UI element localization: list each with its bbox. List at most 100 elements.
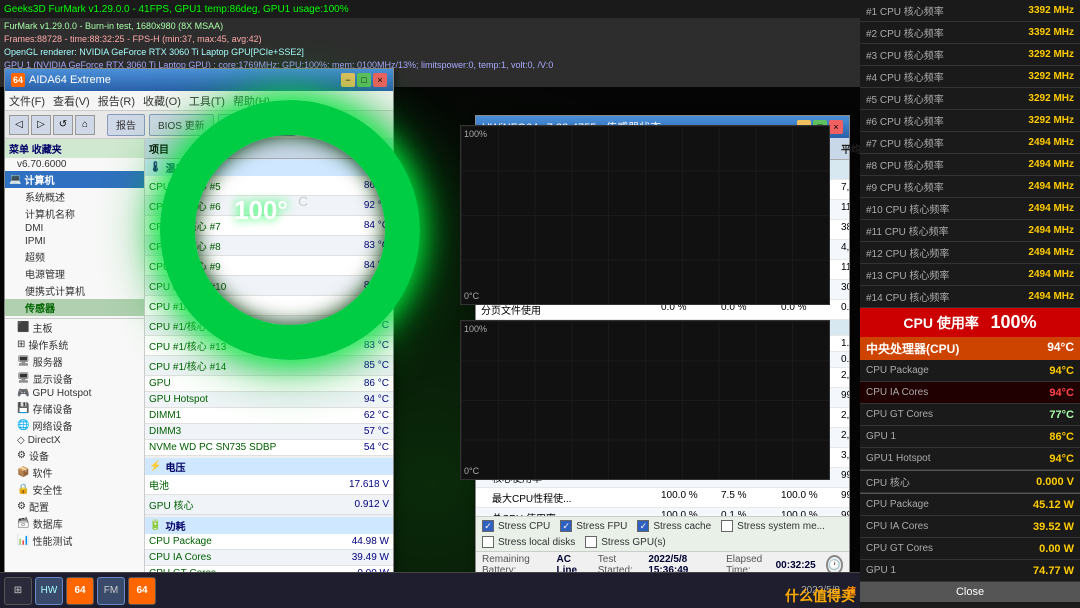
tree-system-summary[interactable]: 系统概述 <box>5 188 144 205</box>
checkbox[interactable]: ✓ <box>637 520 649 532</box>
list-item: #3 CPU 核心频率 3292 MHz <box>860 44 1080 66</box>
aida64-close-button[interactable]: × <box>373 73 387 87</box>
taskbar-64-2[interactable]: 64 <box>128 577 156 605</box>
checkbox[interactable]: ✓ <box>482 520 494 532</box>
list-item: #4 CPU 核心频率 3292 MHz <box>860 66 1080 88</box>
tree-storage[interactable]: 💾存储设备 <box>5 400 144 417</box>
cpu-core-v-value: 0.000 V <box>1036 476 1074 488</box>
list-item: #11 CPU 核心频率 2494 MHz <box>860 220 1080 242</box>
tree-devices[interactable]: ⚙设备 <box>5 447 144 464</box>
tree-computer-name[interactable]: 计算机名称 <box>5 205 144 222</box>
furmark-donut <box>160 100 420 360</box>
aida64-minimize-button[interactable]: − <box>341 73 355 87</box>
checkbox[interactable] <box>482 536 494 548</box>
cpu-gt-w-value: 0.00 W <box>1039 543 1074 555</box>
tree-portable[interactable]: 便携式计算机 <box>5 282 144 299</box>
list-item[interactable]: Stress system me... <box>717 519 829 533</box>
tree-database[interactable]: 🗃数据库 <box>5 515 144 532</box>
checkbox[interactable] <box>585 536 597 548</box>
right-panel-close-button[interactable]: Close <box>860 582 1080 602</box>
list-item[interactable]: ✓ Stress CPU <box>478 519 554 533</box>
tree-aida64[interactable]: v6.70.6000 <box>5 158 144 171</box>
software-icon: 📦 <box>17 467 29 478</box>
taskbar-hwinfo[interactable]: HW <box>35 577 63 605</box>
section-voltage: ⚡ 电压 <box>145 458 393 475</box>
graph-100-label: 100% <box>464 129 487 139</box>
list-item[interactable]: Stress GPU(s) <box>581 535 669 549</box>
toolbar-report-btn[interactable]: 报告 <box>107 114 145 136</box>
taskbar-64[interactable]: 64 <box>66 577 94 605</box>
gpu1-hotspot-value: 94°C <box>1049 453 1074 465</box>
toolbar-home[interactable]: ⌂ <box>75 115 95 135</box>
toolbar-forward[interactable]: ▷ <box>31 115 51 135</box>
menu-tools[interactable]: 工具(T) <box>189 93 225 109</box>
network-icon: 🌐 <box>17 420 29 431</box>
dx-icon: ◇ <box>17 435 25 446</box>
tree-ipmi[interactable]: IPMI <box>5 235 144 248</box>
tree-server[interactable]: 🖥服务器 <box>5 353 144 370</box>
tree-directx[interactable]: ◇DirectX <box>5 434 144 447</box>
menu-file[interactable]: 文件(F) <box>9 93 45 109</box>
gpu1-w-label: GPU 1 <box>866 565 896 576</box>
aida64-titlebar: 64 AIDA64 Extreme − □ × <box>5 69 393 91</box>
taskbar-furmark[interactable]: FM <box>97 577 125 605</box>
menu-report[interactable]: 报告(R) <box>98 93 135 109</box>
tree-dmi-label: DMI <box>25 223 43 234</box>
toolbar-back[interactable]: ◁ <box>9 115 29 135</box>
tree-power[interactable]: 电源管理 <box>5 265 144 282</box>
furmark-line3: OpenGL renderer: NVIDIA GeForce RTX 3060… <box>4 46 856 59</box>
tree-display[interactable]: 🖥显示设备 <box>5 370 144 387</box>
tree-network[interactable]: 🌐网络设备 <box>5 417 144 434</box>
list-item[interactable]: ✓ Stress cache <box>633 519 715 533</box>
right-stats-panel: #1 CPU 核心频率 3392 MHz #2 CPU 核心频率 3392 MH… <box>860 0 1080 608</box>
cpu-package-w-label: CPU Package <box>866 499 929 510</box>
tree-security[interactable]: 🔒安全性 <box>5 481 144 498</box>
mb-icon: ⬛ <box>17 322 29 333</box>
cpu-usage-label: CPU 使用率 <box>903 315 978 331</box>
list-item: #13 CPU 核心频率 2494 MHz <box>860 264 1080 286</box>
furmark-usage-graph: 100% 0°C <box>460 125 830 305</box>
storage-icon: 💾 <box>17 403 29 414</box>
table-row: GPU 核心0.912 V <box>145 495 393 515</box>
tree-config[interactable]: ⚙配置 <box>5 498 144 515</box>
cpu-package-row: CPU Package 94°C <box>860 360 1080 382</box>
tree-gpu-hotspot[interactable]: 🎮GPU Hotspot <box>5 387 144 400</box>
cpu-package-w-value: 45.12 W <box>1033 499 1074 511</box>
tree-performance[interactable]: 📊性能测试 <box>5 532 144 549</box>
devices-icon: ⚙ <box>17 450 26 461</box>
checkbox[interactable] <box>721 520 733 532</box>
table-row: CPU IA Cores39.49 W <box>145 550 393 566</box>
gpu-icon: 🎮 <box>17 388 29 399</box>
tree-software[interactable]: 📦软件 <box>5 464 144 481</box>
aida64-title-left: 64 AIDA64 Extreme <box>11 73 111 87</box>
elapsed-value: 00:32:25 <box>776 560 816 571</box>
tree-overclock[interactable]: 超频 <box>5 248 144 265</box>
list-item[interactable]: ✓ Stress FPU <box>556 519 631 533</box>
tree-os[interactable]: ⊞操作系统 <box>5 336 144 353</box>
table-row: NVMe WD PC SN735 SDBP54 °C <box>145 440 393 456</box>
graph-grid <box>461 126 829 304</box>
aida64-win-controls[interactable]: − □ × <box>341 73 387 87</box>
menu-view[interactable]: 查看(V) <box>53 93 90 109</box>
display-icon: 🖥 <box>17 373 30 384</box>
aida64-icon: 64 <box>11 73 25 87</box>
taskbar-start[interactable]: ⊞ <box>4 577 32 605</box>
list-item[interactable]: Stress local disks <box>478 535 579 549</box>
tree-sensor-label: 传感器 <box>25 300 55 315</box>
menu-collect[interactable]: 收藏(O) <box>143 93 181 109</box>
furmark-titlebar: Geeks3D FurMark v1.29.0.0 - 41FPS, GPU1 … <box>0 0 860 18</box>
cpu-core-voltage-row: CPU 核心 0.000 V <box>860 471 1080 493</box>
os-icon: ⊞ <box>17 339 25 350</box>
tree-sensor[interactable]: 传感器 <box>5 299 144 316</box>
aida64-maximize-button[interactable]: □ <box>357 73 371 87</box>
tree-dmi[interactable]: DMI <box>5 222 144 235</box>
cpu-temp-label: 中央处理器(CPU) <box>866 340 959 357</box>
checkbox[interactable]: ✓ <box>560 520 572 532</box>
hwinfo-close-button[interactable]: × <box>829 120 843 134</box>
toolbar-refresh[interactable]: ↺ <box>53 115 73 135</box>
tree-computer[interactable]: 💻 计算机 <box>5 171 144 188</box>
tree-power-label: 电源管理 <box>25 266 65 281</box>
list-item: #5 CPU 核心频率 3292 MHz <box>860 88 1080 110</box>
graph-0-label: 0°C <box>464 291 479 301</box>
tree-motherboard[interactable]: ⬛主板 <box>5 319 144 336</box>
